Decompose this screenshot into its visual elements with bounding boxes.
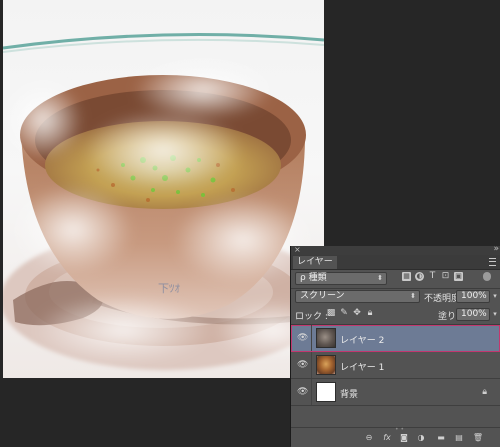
chevron-down-icon: ⬍ [377,274,383,282]
divider [311,352,312,378]
filter-kind-label: 種類 [308,273,327,283]
lock-all-icon[interactable]: 🔒︎ [365,308,375,318]
blend-mode-select[interactable]: スクリーン ⬍ [295,290,420,303]
divider [311,325,312,351]
type-filter-icon[interactable]: T [428,272,437,281]
adjustment-icon[interactable]: ◑ [415,432,427,443]
lock-icon: 🔒︎ [482,387,487,397]
document-canvas[interactable]: 下ﾂｵ [3,0,324,378]
layer-row-background[interactable]: 👁︎ 背景 🔒︎ [291,379,500,406]
panel-menu-icon[interactable] [489,258,496,266]
new-layer-icon[interactable]: ▤ [453,432,465,443]
lock-image-pixels-icon[interactable]: ✎ [339,308,349,318]
lock-label: ロック : [295,312,328,322]
layer-name[interactable]: レイヤー 2 [340,333,384,346]
layer-row-layer1[interactable]: 👁︎ レイヤー 1 [291,352,500,379]
layer-thumbnail [316,355,336,375]
pixel-filter-icon[interactable]: ▦ [402,272,411,281]
opacity-slider-button[interactable]: ▾ [490,290,500,303]
blend-mode-value: スクリーン [300,291,345,301]
filter-toggle[interactable] [483,272,491,281]
visibility-eye-icon[interactable]: 👁︎ [297,360,308,370]
panel-tab-row: レイヤー [291,255,500,270]
filter-row: ρ 種類 ⬍ ▦ ◐ T ⊡ ▣ [291,272,500,286]
fill-slider-button[interactable]: ▾ [490,308,500,321]
collapse-icon[interactable]: » [493,244,498,254]
blend-row: スクリーン ⬍ 不透明度: 100% ▾ [291,290,500,304]
layer-name[interactable]: レイヤー 1 [340,360,384,373]
layer-name[interactable]: 背景 [340,387,358,400]
layers-panel: × » レイヤー ρ 種類 ⬍ ▦ ◐ T ⊡ ▣ スクリーン ⬍ 不透明度: … [291,244,500,447]
visibility-eye-icon[interactable]: 👁︎ [297,387,308,397]
fill-input[interactable]: 100% [456,308,490,321]
opacity-input[interactable]: 100% [456,290,490,303]
divider [311,379,312,405]
soup-photo: 下ﾂｵ [3,33,324,370]
search-icon: ρ [300,273,306,283]
lock-row: ロック : ▩ ✎ ✥ 🔒︎ 塗り: 100% ▾ [291,308,500,322]
mask-icon[interactable]: ◙ [398,432,410,443]
link-icon[interactable]: ⊖ [363,432,375,443]
fx-icon[interactable]: fx [381,432,393,443]
layer-thumbnail [316,382,336,402]
panel-footer: • • ⊖ fx ◙ ◑ ▬ ▤ 🗑︎ [291,426,500,447]
divider [291,288,500,289]
filter-kind-select[interactable]: ρ 種類 ⬍ [295,272,387,285]
visibility-eye-icon[interactable]: 👁︎ [297,333,308,343]
shape-filter-icon[interactable]: ⊡ [441,272,450,281]
smart-object-filter-icon[interactable]: ▣ [454,272,463,281]
panel-titlebar[interactable]: × » [291,244,500,255]
adjustment-filter-icon[interactable]: ◐ [415,272,424,281]
folder-icon[interactable]: ▬ [435,432,447,443]
chevron-down-icon: ⬍ [410,292,416,300]
lock-transparent-pixels-icon[interactable]: ▩ [326,308,336,318]
svg-text:下ﾂｵ: 下ﾂｵ [158,282,180,295]
layer-thumbnail [316,328,336,348]
trash-icon[interactable]: 🗑︎ [472,432,484,443]
close-icon[interactable]: × [294,245,301,254]
tab-layers[interactable]: レイヤー [293,256,337,269]
lock-position-icon[interactable]: ✥ [352,308,362,318]
layer-row-layer2[interactable]: 👁︎ レイヤー 2 [291,325,500,352]
